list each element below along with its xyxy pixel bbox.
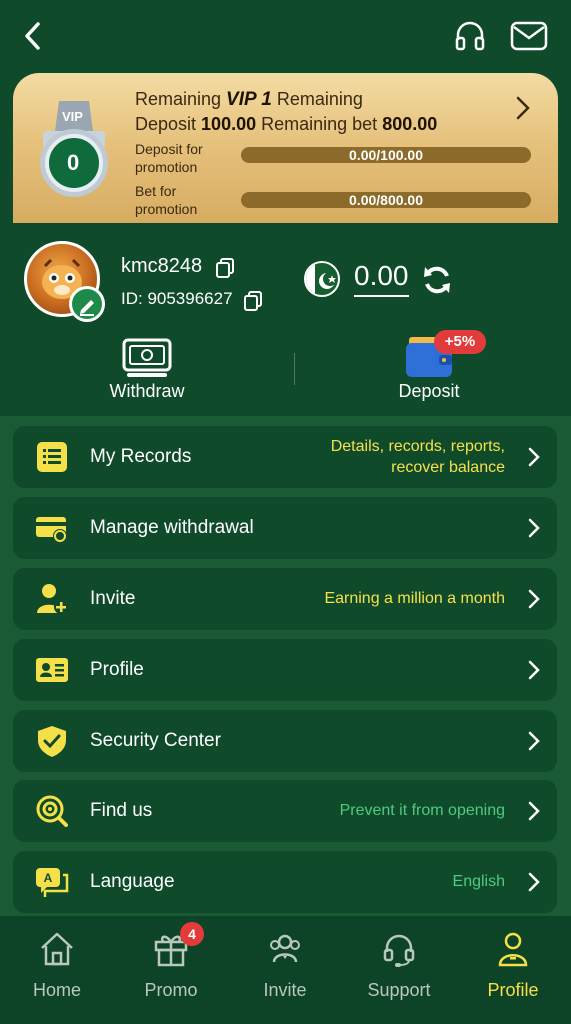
deposit-label: Deposit (398, 381, 460, 401)
copy-username-icon[interactable] (216, 258, 234, 278)
vip-bet-value: 800.00 (382, 114, 438, 134)
menu-item-hint: Prevent it from opening (339, 802, 505, 819)
menu-item-my-records[interactable]: My Records Details, records, reports, re… (13, 426, 557, 488)
language-icon: A (36, 868, 69, 897)
profile-menu: My Records Details, records, reports, re… (0, 416, 571, 916)
edit-avatar-button[interactable] (69, 286, 105, 322)
menu-item-value: English (452, 873, 505, 890)
menu-item-hint-line2: recover balance (391, 459, 505, 476)
menu-item-hint-line1: Details, records, reports, (330, 438, 505, 455)
pencil-icon (80, 300, 94, 316)
menu-item-security-center[interactable]: Security Center (13, 710, 557, 772)
withdraw-button[interactable]: Withdraw (47, 335, 247, 405)
menu-item-label: My Records (90, 446, 192, 467)
deposit-progress-text: 0.00/100.00 (349, 147, 423, 163)
card-icon (36, 517, 67, 543)
chevron-right-icon (528, 660, 540, 680)
vip-medal-tag: VIP (62, 109, 83, 124)
menu-item-find-us[interactable]: Find us Prevent it from opening (13, 780, 557, 842)
vip-line-2: Deposit 100.00 Remaining bet 800.00 (135, 112, 437, 136)
cash-icon (122, 338, 172, 377)
records-icon (37, 442, 67, 472)
headset-icon[interactable] (452, 18, 488, 54)
id-card-icon (36, 658, 68, 682)
user-id: ID: 905396627 (121, 289, 233, 308)
tab-label: Support (367, 980, 431, 1000)
divider (294, 353, 295, 385)
deposit-progress-label: Deposit for promotion (135, 140, 203, 176)
tab-label: Promo (144, 980, 198, 1000)
deposit-bonus-badge: +5% (434, 330, 486, 354)
bet-progress-label-1: Bet for (135, 183, 177, 199)
tab-support[interactable]: Support (342, 916, 456, 1024)
menu-item-label: Security Center (90, 730, 221, 751)
deposit-progress-bar: 0.00/100.00 (241, 147, 531, 163)
mail-icon[interactable] (510, 20, 548, 52)
svg-text:A: A (44, 871, 53, 885)
vip-line1-prefix: Remaining (135, 89, 227, 109)
bet-progress-label: Bet for promotion (135, 182, 197, 218)
vip-line-1: Remaining VIP 1 Remaining (135, 87, 437, 112)
promo-count-badge: 4 (180, 922, 204, 946)
vip-deposit-label: Deposit (135, 114, 202, 134)
headset-icon (383, 934, 415, 967)
tab-label: Home (32, 980, 81, 1000)
menu-item-invite[interactable]: Invite Earning a million a month (13, 568, 557, 630)
chevron-right-icon (528, 589, 540, 609)
vip-level-target: VIP 1 (226, 89, 272, 110)
home-icon (41, 932, 73, 966)
menu-item-label: Manage withdrawal (90, 517, 254, 538)
deposit-progress-label-1: Deposit for (135, 141, 203, 157)
chevron-right-icon (528, 447, 540, 467)
target-search-icon (36, 795, 68, 827)
chevron-right-icon[interactable] (513, 95, 533, 121)
tab-label: Invite (263, 980, 307, 1000)
tab-promo[interactable]: 4 Promo (114, 916, 228, 1024)
deposit-progress-label-2: promotion (135, 159, 198, 175)
shield-icon (38, 726, 66, 757)
withdraw-label: Withdraw (109, 381, 185, 401)
bottom-tab-bar: Home 4 Promo Invite Support Profile (0, 916, 571, 1024)
chevron-left-icon[interactable] (18, 18, 50, 54)
chevron-right-icon (528, 872, 540, 892)
bet-progress-label-2: promotion (135, 201, 198, 217)
bet-progress-text: 0.00/800.00 (349, 192, 423, 208)
menu-item-label: Find us (90, 800, 153, 821)
tab-invite[interactable]: Invite (228, 916, 342, 1024)
user-icon (498, 932, 528, 967)
menu-item-manage-withdrawal[interactable]: Manage withdrawal (13, 497, 557, 559)
avatar[interactable] (24, 241, 105, 322)
vip-line1-suffix: Remaining (271, 89, 363, 109)
username: kmc8248 (121, 255, 203, 277)
refresh-icon[interactable] (420, 263, 454, 297)
pakistan-flag-icon (304, 261, 340, 297)
menu-item-language[interactable]: A Language English (13, 851, 557, 913)
top-bar (0, 0, 571, 75)
tab-label: Profile (487, 980, 539, 1000)
chevron-right-icon (528, 518, 540, 538)
tab-home[interactable]: Home (0, 916, 114, 1024)
chevron-right-icon (528, 731, 540, 751)
vip-bet-label: Remaining bet (256, 114, 383, 134)
copy-id-icon[interactable] (244, 291, 262, 311)
vip-deposit-value: 100.00 (201, 114, 257, 134)
menu-item-label: Language (90, 871, 175, 892)
wallet-balance: 0.00 (354, 259, 409, 297)
menu-item-label: Profile (90, 659, 144, 680)
menu-item-hint: Earning a million a month (324, 590, 505, 607)
vip-requirements: Remaining VIP 1 Remaining Deposit 100.00… (135, 87, 437, 136)
vip-medal-level: 0 (67, 150, 80, 175)
menu-item-profile[interactable]: Profile (13, 639, 557, 701)
deposit-button[interactable]: Deposit (329, 335, 529, 405)
menu-item-label: Invite (90, 588, 136, 609)
bet-progress-bar: 0.00/800.00 (241, 192, 531, 208)
add-user-icon (37, 584, 68, 614)
menu-item-hint: Details, records, reports, recover balan… (331, 436, 505, 478)
vip-card[interactable]: VIP 0 Remaining VIP 1 Remaining Deposit … (13, 73, 558, 223)
tab-profile[interactable]: Profile (456, 916, 570, 1024)
chevron-right-icon (528, 801, 540, 821)
user-panel: kmc8248 ID: 905396627 0.00 Withdraw Depo… (0, 223, 571, 416)
users-icon (270, 934, 300, 963)
